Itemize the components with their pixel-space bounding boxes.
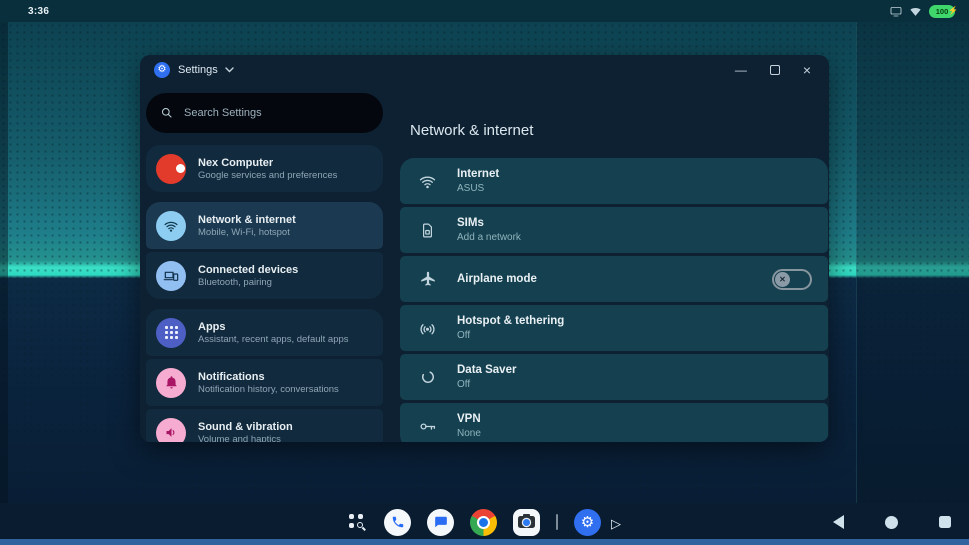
sidebar-item-title: Apps bbox=[198, 320, 349, 334]
android-desktop-screen: 3:36 100 ⚡ ⚙ Settings — bbox=[0, 0, 969, 545]
row-title: SIMs bbox=[457, 216, 521, 231]
close-button[interactable]: × bbox=[803, 64, 811, 76]
row-subtitle: Off bbox=[457, 329, 564, 342]
row-subtitle: Add a network bbox=[457, 231, 521, 244]
sidebar-item-apps[interactable]: Apps Assistant, recent apps, default app… bbox=[146, 309, 383, 356]
window-title-bar[interactable]: ⚙ Settings — × bbox=[140, 55, 829, 85]
sidebar-item-subtitle: Google services and preferences bbox=[198, 170, 337, 182]
wifi-icon bbox=[156, 211, 186, 241]
row-vpn[interactable]: VPN None bbox=[400, 403, 828, 442]
maximize-button[interactable] bbox=[770, 65, 780, 75]
taskbar: ⚙ ▷ bbox=[0, 503, 969, 545]
sidebar-item-subtitle: Notification history, conversations bbox=[198, 384, 339, 396]
phone-app-icon[interactable] bbox=[384, 509, 411, 536]
row-title: Data Saver bbox=[457, 363, 516, 378]
wifi-status-icon bbox=[909, 6, 922, 17]
window-title: Settings bbox=[178, 64, 218, 76]
navigation-buttons bbox=[833, 505, 969, 539]
row-subtitle: None bbox=[457, 427, 481, 440]
apps-grid-icon bbox=[156, 318, 186, 348]
row-internet[interactable]: Internet ASUS bbox=[400, 158, 828, 204]
back-button[interactable] bbox=[833, 515, 844, 529]
settings-app-taskbar-icon[interactable]: ⚙ bbox=[574, 509, 601, 536]
row-title: Internet bbox=[457, 167, 499, 182]
data-saver-icon bbox=[418, 368, 437, 387]
sidebar-item-title: Network & internet bbox=[198, 213, 296, 227]
wallpaper-right-shade bbox=[856, 22, 969, 503]
sidebar-item-subtitle: Volume and haptics bbox=[198, 434, 293, 443]
row-airplane-mode[interactable]: Airplane mode ✕ bbox=[400, 256, 828, 302]
camera-app-icon[interactable] bbox=[513, 509, 540, 536]
battery-indicator: 100 ⚡ bbox=[929, 5, 955, 18]
speaker-icon bbox=[156, 418, 186, 443]
sidebar-item-notifications[interactable]: Notifications Notification history, conv… bbox=[146, 359, 383, 406]
mouse-cursor-icon: ▷ bbox=[611, 516, 621, 532]
display-cast-icon bbox=[889, 6, 902, 17]
sidebar-item-subtitle: Assistant, recent apps, default apps bbox=[198, 334, 349, 346]
wallpaper-left-shade bbox=[0, 22, 8, 503]
status-bar: 3:36 100 ⚡ bbox=[0, 0, 969, 22]
airplane-icon bbox=[418, 270, 437, 289]
sim-card-icon bbox=[418, 221, 437, 240]
sidebar-item-account[interactable]: Nex Computer Google services and prefere… bbox=[146, 145, 383, 192]
sidebar-item-title: Notifications bbox=[198, 370, 339, 384]
clock: 3:36 bbox=[28, 6, 49, 17]
row-title: Hotspot & tethering bbox=[457, 314, 564, 329]
messages-app-icon[interactable] bbox=[427, 509, 454, 536]
search-icon bbox=[357, 522, 363, 528]
row-title: VPN bbox=[457, 412, 481, 427]
bell-icon bbox=[156, 368, 186, 398]
minimize-button[interactable]: — bbox=[735, 65, 747, 75]
battery-percent: 100 bbox=[936, 7, 949, 16]
airplane-mode-toggle[interactable]: ✕ bbox=[772, 269, 812, 290]
settings-window: ⚙ Settings — × Nex Comp bbox=[140, 55, 829, 442]
sidebar-item-title: Nex Computer bbox=[198, 156, 337, 170]
settings-sidebar: Nex Computer Google services and prefere… bbox=[140, 85, 390, 442]
sidebar-item-network-internet[interactable]: Network & internet Mobile, Wi-Fi, hotspo… bbox=[146, 202, 383, 249]
home-button[interactable] bbox=[885, 516, 898, 529]
wifi-icon bbox=[418, 172, 437, 191]
sidebar-item-subtitle: Mobile, Wi-Fi, hotspot bbox=[198, 227, 296, 239]
settings-app-icon: ⚙ bbox=[154, 62, 170, 78]
network-internet-panel: Network & internet Internet ASUS bbox=[390, 85, 829, 442]
sidebar-item-subtitle: Bluetooth, pairing bbox=[198, 277, 298, 289]
row-sims[interactable]: SIMs Add a network bbox=[400, 207, 828, 253]
row-data-saver[interactable]: Data Saver Off bbox=[400, 354, 828, 400]
row-subtitle: ASUS bbox=[457, 182, 499, 195]
page-title: Network & internet bbox=[410, 121, 828, 141]
search-bar[interactable] bbox=[146, 93, 383, 133]
sidebar-item-title: Sound & vibration bbox=[198, 420, 293, 434]
chevron-down-icon[interactable] bbox=[225, 67, 234, 73]
devices-icon bbox=[156, 261, 186, 291]
chrome-app-icon[interactable] bbox=[470, 509, 497, 536]
row-title: Airplane mode bbox=[457, 272, 537, 287]
taskbar-separator bbox=[556, 514, 558, 530]
search-input[interactable] bbox=[184, 107, 344, 119]
row-subtitle: Off bbox=[457, 378, 516, 391]
camera-icon bbox=[518, 516, 535, 528]
charging-bolt-icon: ⚡ bbox=[948, 6, 958, 15]
hotspot-icon bbox=[418, 319, 437, 338]
sidebar-item-sound-vibration[interactable]: Sound & vibration Volume and haptics bbox=[146, 409, 383, 442]
recents-button[interactable] bbox=[939, 516, 951, 528]
search-icon bbox=[160, 106, 174, 120]
vpn-key-icon bbox=[418, 417, 437, 436]
taskbar-bottom-strip bbox=[0, 539, 969, 545]
sidebar-item-connected-devices[interactable]: Connected devices Bluetooth, pairing bbox=[146, 252, 383, 299]
toggle-thumb: ✕ bbox=[775, 272, 790, 287]
account-avatar bbox=[156, 154, 186, 184]
all-apps-button[interactable] bbox=[348, 512, 368, 532]
sidebar-item-title: Connected devices bbox=[198, 263, 298, 277]
row-hotspot-tethering[interactable]: Hotspot & tethering Off bbox=[400, 305, 828, 351]
